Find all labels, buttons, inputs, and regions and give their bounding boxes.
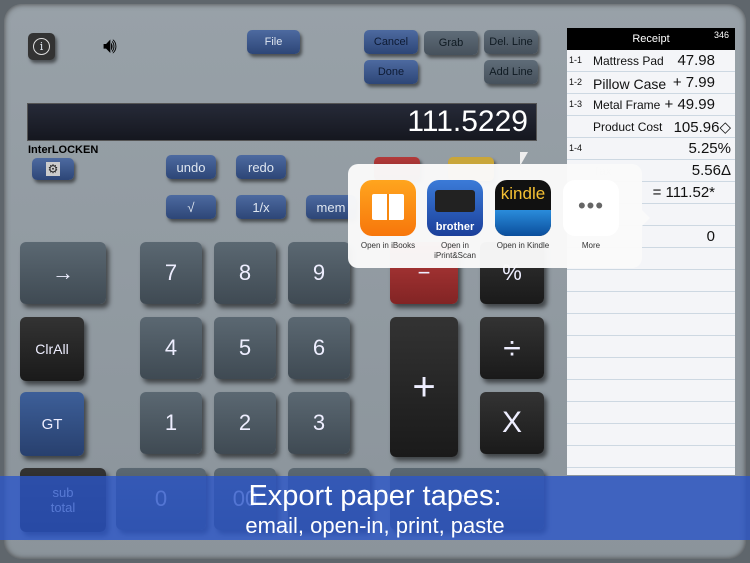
receipt-row: 1-2 Pillow Case + 7.99 [567,72,735,94]
share-popover: brother kindle ••• Open in iBooks Open i… [348,164,650,268]
receipt-row: 1-4 5.25% [567,138,735,160]
key-4[interactable]: 4 [140,317,202,379]
key-2[interactable]: 2 [214,392,276,454]
row-value: 47.98 [677,52,715,69]
key-dot[interactable]: . [288,468,370,530]
receipt-row: 1-3 Metal Frame + 49.99 [567,94,735,116]
share-label-more: More [581,241,601,250]
brother-icon[interactable]: brother [427,180,483,236]
undo-button[interactable]: undo [166,155,216,179]
key-7[interactable]: 7 [140,242,202,304]
grab-button[interactable]: Grab [424,31,478,55]
done-button[interactable]: Done [364,60,418,84]
row-number: 1-3 [569,99,583,109]
key-arrow[interactable]: → [20,242,106,304]
row-label: Product Cost [593,120,663,134]
key-1[interactable]: 1 [140,392,202,454]
key-subtotal[interactable]: sub total [20,468,106,532]
row-value: 105.96◇ [673,119,731,136]
key-clrall[interactable]: ClrAll [20,317,84,381]
more-icon[interactable]: ••• [563,180,619,236]
del-line-button[interactable]: Del. Line [484,30,538,54]
row-value: 5.56Δ [691,162,731,179]
info-button[interactable]: i [28,33,55,60]
sqrt-button[interactable]: √ [166,195,216,219]
key-3[interactable]: 3 [288,392,350,454]
row-value: + 7.99 [672,74,715,91]
key-0[interactable]: 0 [116,468,206,530]
display: 111.5229 [27,103,537,141]
key-6[interactable]: 6 [288,317,350,379]
key-gt[interactable]: GT [20,392,84,456]
kindle-icon[interactable]: kindle [495,180,551,236]
redo-button[interactable]: redo [236,155,286,179]
file-button[interactable]: File [247,30,300,54]
row-value: 5.25% [688,140,731,157]
key-8[interactable]: 8 [214,242,276,304]
key-5[interactable]: 5 [214,317,276,379]
row-label: Mattress Pad [593,54,664,68]
gear-icon: ⚙ [46,162,60,176]
receipt-row: 1-1 Mattress Pad 47.98 [567,50,735,72]
row-value: = 111.52* [652,184,715,201]
key-9[interactable]: 9 [288,242,350,304]
kindle-logo: kindle [500,184,546,203]
settings-button[interactable]: ⚙ [32,158,74,180]
key-times[interactable]: X [480,392,544,454]
key-divide[interactable]: ÷ [480,317,544,379]
key-plus[interactable]: + [390,317,458,457]
ibooks-icon[interactable] [360,180,416,236]
reciprocal-button[interactable]: 1/x [236,195,286,219]
receipt-count: 346 [713,30,729,40]
brand-label: InterLOCKEN [28,144,99,156]
receipt-header: Receipt 346 [567,28,735,50]
cancel-button[interactable]: Cancel [364,30,418,54]
row-label: Metal Frame [593,98,661,112]
row-value: 0 [706,228,715,245]
cursor-pointer [520,152,528,166]
key-00[interactable]: 00 [214,468,276,530]
row-value: + 49.99 [664,96,715,113]
brother-logo: brother [435,221,475,233]
speaker-icon[interactable]: 🔊︎ [103,33,117,59]
info-icon: i [33,38,50,55]
receipt-row: Product Cost 105.96◇ [567,116,735,138]
key-equals[interactable]: = [390,468,544,530]
row-number: 1-4 [569,143,583,153]
row-label: Pillow Case [593,76,667,92]
add-line-button[interactable]: Add Line [484,60,538,84]
row-number: 1-2 [569,77,583,87]
receipt-title: Receipt [632,33,670,45]
row-number: 1-1 [569,55,583,65]
